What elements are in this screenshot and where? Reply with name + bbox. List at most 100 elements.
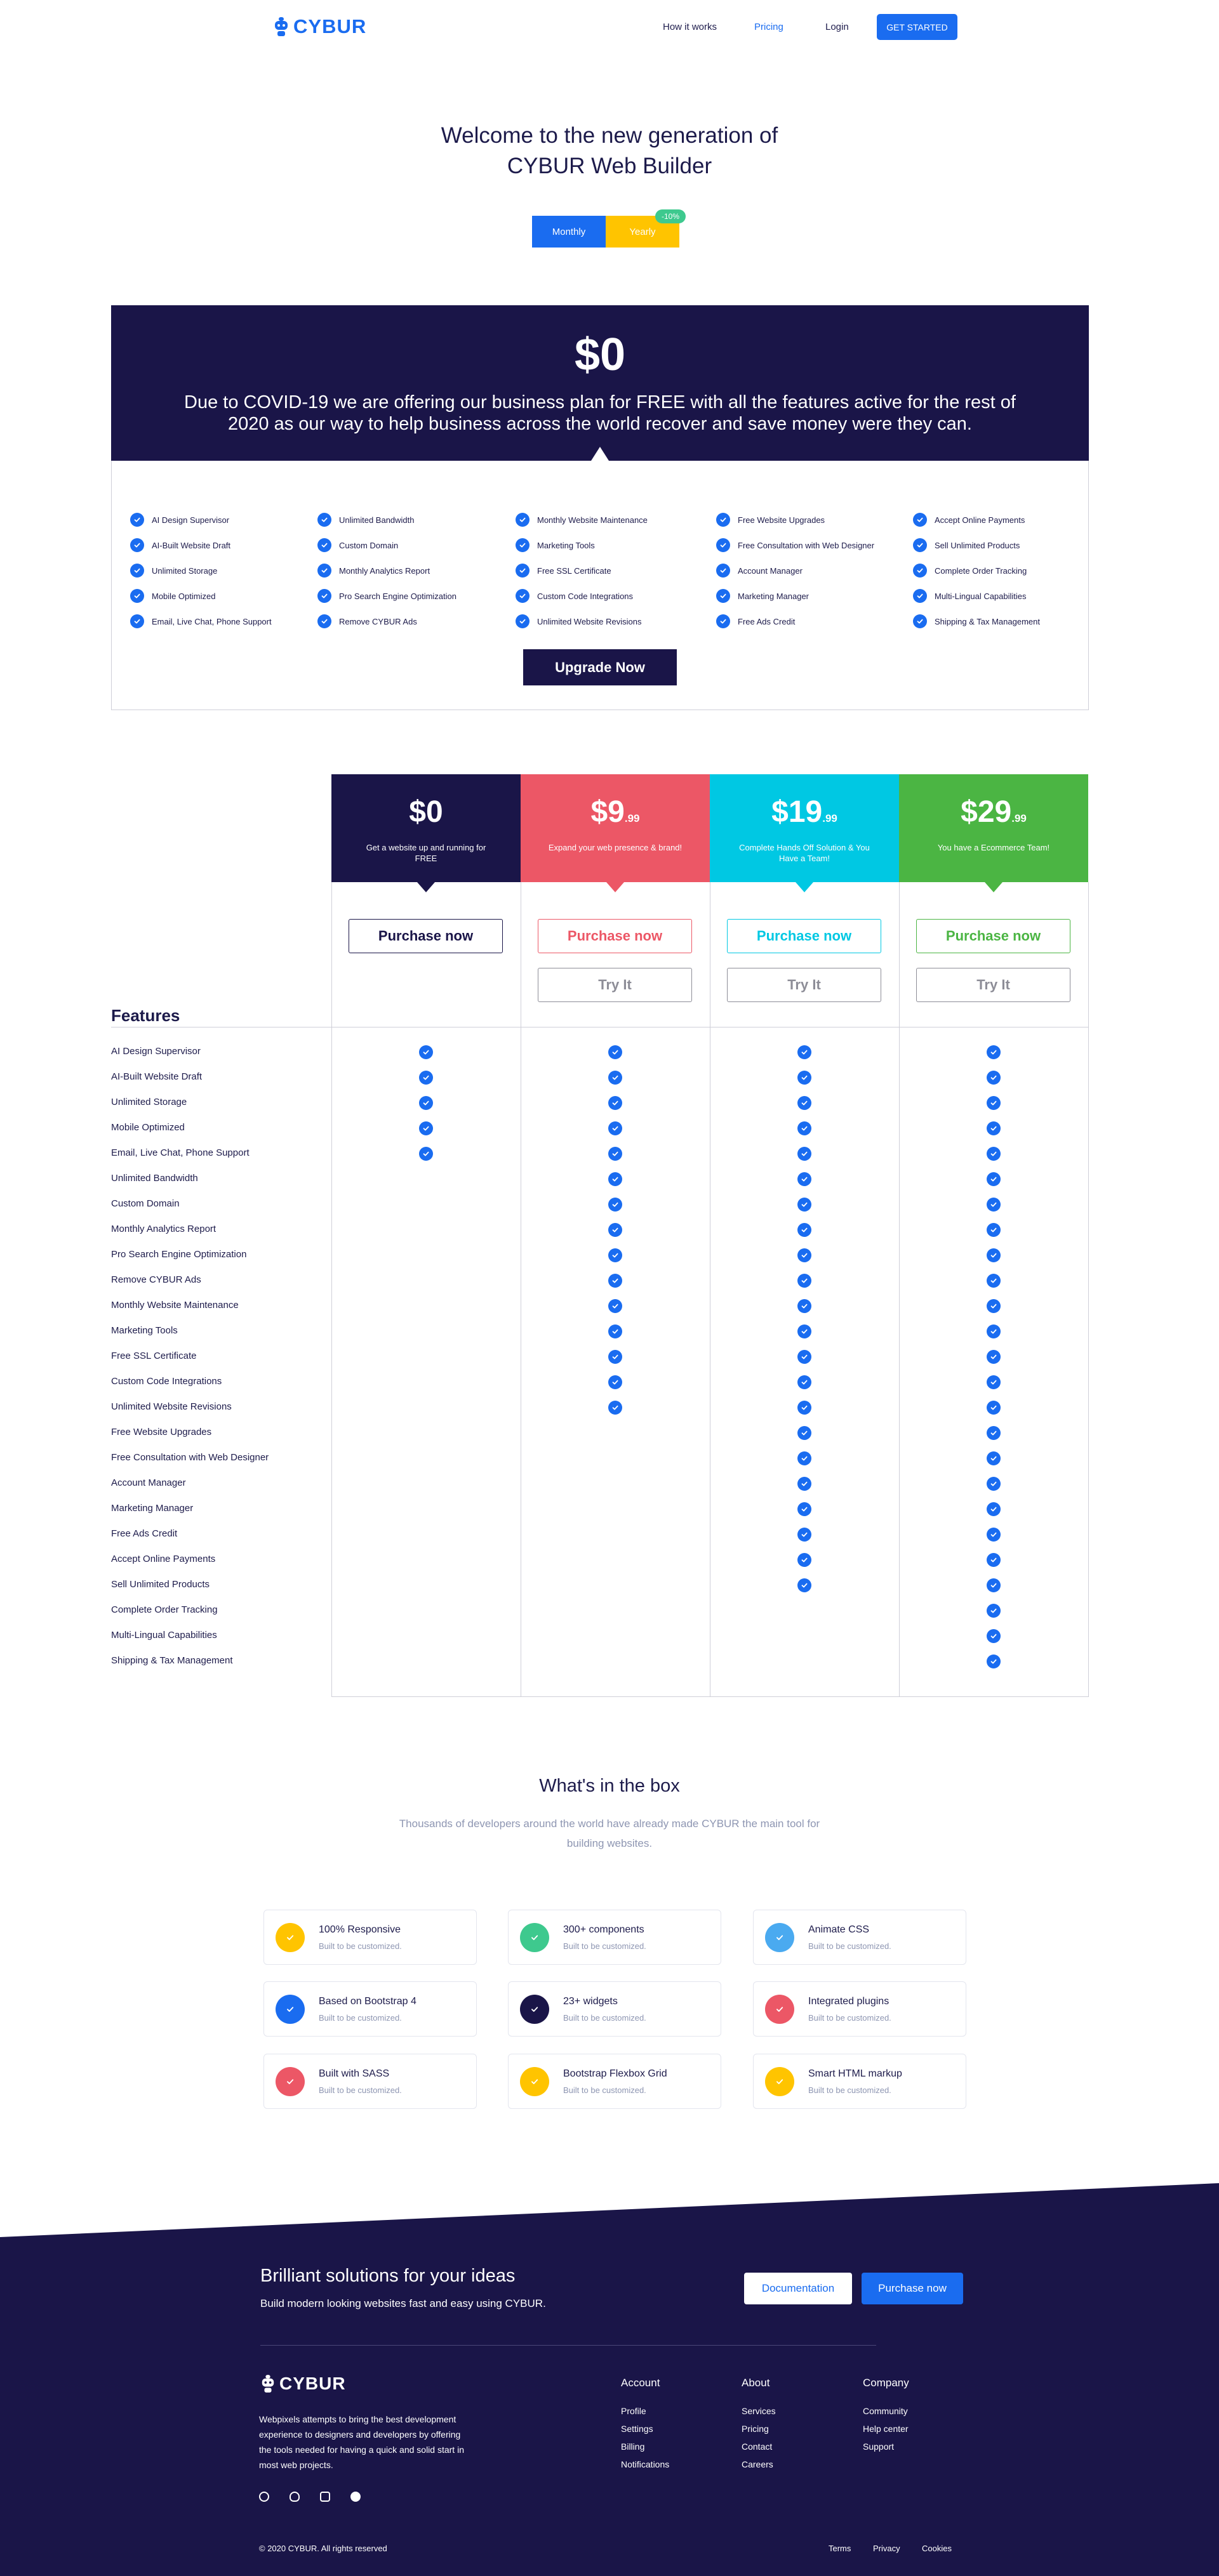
footer-purchase-button[interactable]: Purchase now bbox=[862, 2273, 963, 2304]
plan-header-arrow bbox=[606, 882, 624, 892]
feature-label: Free Consultation with Web Designer bbox=[111, 1452, 269, 1463]
get-started-button[interactable]: GET STARTED bbox=[877, 14, 957, 40]
feature-card-subtitle: Built to be customized. bbox=[563, 1941, 646, 1951]
plan-price-dollars: $9 bbox=[590, 795, 625, 829]
purchase-now-button[interactable]: Purchase now bbox=[916, 919, 1070, 953]
nav-link-login[interactable]: Login bbox=[825, 22, 849, 32]
promo-feature-label: Free Ads Credit bbox=[738, 616, 796, 626]
purchase-now-button[interactable]: Purchase now bbox=[538, 919, 692, 953]
try-it-button[interactable]: Try It bbox=[727, 968, 881, 1002]
toggle-monthly[interactable]: Monthly bbox=[532, 216, 606, 248]
nav-link-how-it-works[interactable]: How it works bbox=[663, 22, 717, 32]
promo-feature-item: Custom Domain bbox=[317, 538, 398, 552]
facebook-icon[interactable] bbox=[350, 2492, 361, 2502]
promo-feature-item: Email, Live Chat, Phone Support bbox=[130, 614, 272, 628]
promo-feature-label: Remove CYBUR Ads bbox=[339, 616, 417, 626]
check-icon bbox=[987, 1071, 1001, 1085]
footer-link-terms[interactable]: Terms bbox=[829, 2544, 851, 2553]
feature-label: Free Website Upgrades bbox=[111, 1427, 212, 1437]
hero-title-line2: CYBUR Web Builder bbox=[507, 154, 712, 178]
copyright: © 2020 CYBUR. All rights reserved bbox=[259, 2544, 387, 2553]
feature-card-text: 100% Responsive Built to be customized. bbox=[319, 1924, 402, 1951]
check-icon bbox=[419, 1045, 433, 1059]
try-it-button[interactable]: Try It bbox=[538, 968, 692, 1002]
plan-price: $9.99 bbox=[521, 795, 710, 829]
logo[interactable]: CYBUR bbox=[273, 15, 366, 38]
check-icon bbox=[716, 538, 730, 552]
promo-feature-label: Multi-Lingual Capabilities bbox=[935, 591, 1027, 601]
promo-feature-label: Monthly Website Maintenance bbox=[537, 515, 648, 525]
try-it-button[interactable]: Try It bbox=[916, 968, 1070, 1002]
promo-feature-label: Shipping & Tax Management bbox=[935, 616, 1040, 626]
feature-label: Custom Domain bbox=[111, 1198, 180, 1209]
footer-link[interactable]: Services bbox=[742, 2406, 776, 2416]
footer-link-privacy[interactable]: Privacy bbox=[873, 2544, 900, 2553]
check-icon bbox=[987, 1502, 1001, 1516]
footer-link[interactable]: Billing bbox=[621, 2441, 669, 2452]
check-icon bbox=[797, 1451, 811, 1465]
box-subtitle: Thousands of developers around the world… bbox=[399, 1818, 820, 1849]
check-icon bbox=[797, 1121, 811, 1135]
check-icon bbox=[608, 1375, 622, 1389]
feature-card: Bootstrap Flexbox Grid Built to be custom… bbox=[508, 2054, 721, 2109]
footer-link[interactable]: Support bbox=[863, 2441, 909, 2452]
feature-label: Sell Unlimited Products bbox=[111, 1579, 210, 1590]
cta-subtitle: Build modern looking websites fast and e… bbox=[260, 2297, 546, 2309]
feature-card: 300+ components Built to be customized. bbox=[508, 1910, 721, 1965]
footer-link[interactable]: Notifications bbox=[621, 2459, 669, 2469]
feature-card-subtitle: Built to be customized. bbox=[319, 2085, 402, 2095]
promo-notch bbox=[591, 447, 609, 461]
check-icon bbox=[797, 1096, 811, 1110]
check-icon bbox=[419, 1121, 433, 1135]
footer-link[interactable]: Pricing bbox=[742, 2424, 776, 2434]
feature-label: Monthly Analytics Report bbox=[111, 1224, 216, 1234]
check-icon bbox=[317, 564, 331, 578]
check-icon bbox=[716, 513, 730, 527]
footer-link[interactable]: Contact bbox=[742, 2441, 776, 2452]
purchase-now-button[interactable]: Purchase now bbox=[349, 919, 503, 953]
discount-badge: -10% bbox=[655, 209, 686, 223]
feature-card: Integrated plugins Built to be customized… bbox=[753, 1981, 966, 2037]
footer-column-title: Company bbox=[863, 2377, 909, 2389]
check-icon bbox=[419, 1071, 433, 1085]
feature-card: Built with SASS Built to be customized. bbox=[263, 2054, 477, 2109]
check-icon bbox=[797, 1401, 811, 1415]
footer-link[interactable]: Careers bbox=[742, 2459, 776, 2469]
feature-card-title: Animate CSS bbox=[808, 1924, 870, 1935]
footer-link-cookies[interactable]: Cookies bbox=[922, 2544, 952, 2553]
github-icon[interactable] bbox=[290, 2492, 300, 2502]
social-links bbox=[259, 2492, 361, 2502]
feature-card-title: Integrated plugins bbox=[808, 1995, 889, 2007]
footer-link[interactable]: Help center bbox=[863, 2424, 909, 2434]
instagram-icon[interactable] bbox=[320, 2492, 330, 2502]
check-icon bbox=[913, 513, 927, 527]
check-icon bbox=[317, 589, 331, 603]
footer-link[interactable]: Profile bbox=[621, 2406, 669, 2416]
promo-price: $0 bbox=[574, 329, 626, 380]
check-icon bbox=[987, 1121, 1001, 1135]
footer-link[interactable]: Settings bbox=[621, 2424, 669, 2434]
check-icon bbox=[716, 564, 730, 578]
feature-card-title: 23+ widgets bbox=[563, 1995, 618, 2007]
check-icon bbox=[276, 2066, 305, 2096]
check-icon bbox=[765, 2066, 794, 2096]
check-icon bbox=[797, 1477, 811, 1491]
feature-card: Based on Bootstrap 4 Built to be customiz… bbox=[263, 1981, 477, 2037]
feature-label: Marketing Manager bbox=[111, 1503, 194, 1514]
footer-column: Account Profile Settings Billing Notificatio… bbox=[621, 2377, 669, 2477]
footer-link[interactable]: Community bbox=[863, 2406, 909, 2416]
check-icon bbox=[913, 589, 927, 603]
documentation-button[interactable]: Documentation bbox=[744, 2273, 852, 2304]
dribbble-icon[interactable] bbox=[259, 2492, 269, 2502]
feature-label: Free Ads Credit bbox=[111, 1528, 178, 1539]
feature-label: Complete Order Tracking bbox=[111, 1604, 218, 1615]
promo-feature-label: Marketing Manager bbox=[738, 591, 809, 601]
upgrade-now-button[interactable]: Upgrade Now bbox=[523, 649, 677, 685]
footer-logo[interactable]: CYBUR bbox=[260, 2374, 346, 2394]
purchase-now-button[interactable]: Purchase now bbox=[727, 919, 881, 953]
nav-link-pricing[interactable]: Pricing bbox=[754, 22, 783, 32]
feature-label: AI-Built Website Draft bbox=[111, 1071, 203, 1082]
promo-feature-label: Mobile Optimized bbox=[152, 591, 216, 601]
check-icon bbox=[913, 538, 927, 552]
check-icon bbox=[608, 1147, 622, 1161]
